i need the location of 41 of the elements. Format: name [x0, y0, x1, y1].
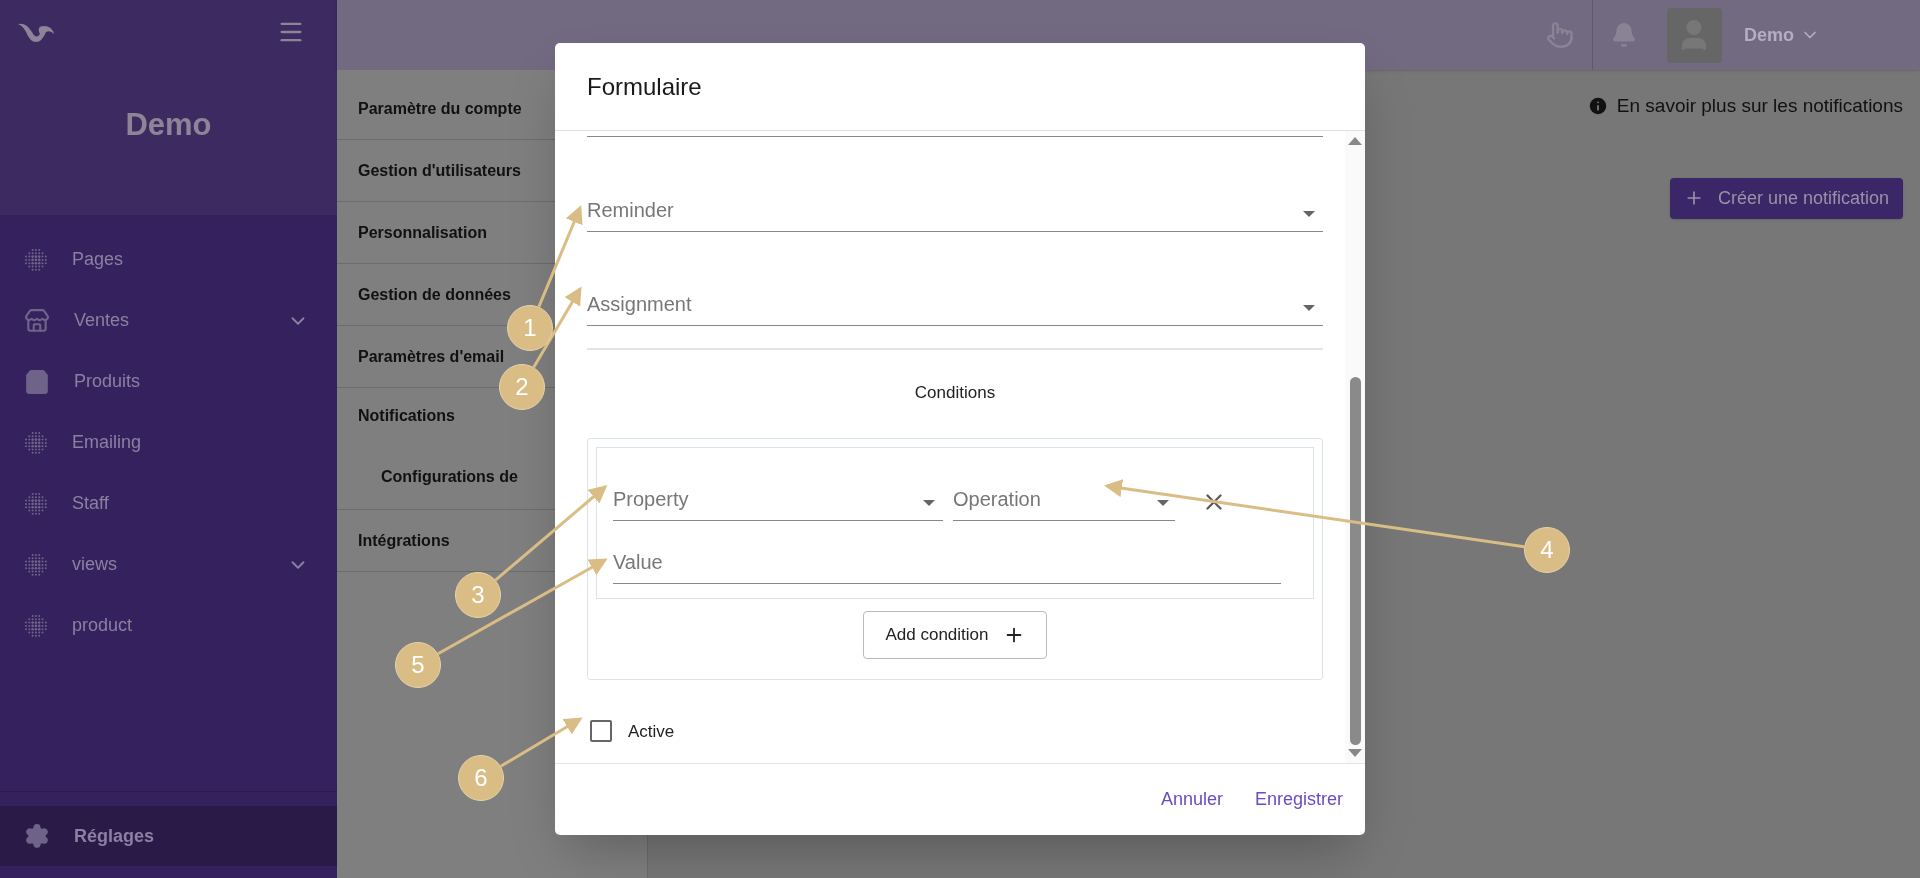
checkbox[interactable] [590, 720, 612, 743]
dotted-circle-icon [24, 247, 48, 272]
dotted-circle-icon [24, 430, 48, 455]
sidebar-item[interactable]: views [0, 534, 337, 595]
sidebar-title: Demo [124, 106, 213, 144]
settings-icon [24, 823, 50, 849]
info-link[interactable]: En savoir plus sur les notifications [1616, 92, 1903, 121]
select-field[interactable]: Reminder [587, 195, 1323, 232]
sidebar-item[interactable]: Ventes [0, 290, 337, 351]
info-icon [1586, 95, 1609, 118]
select-field[interactable]: Operation [953, 483, 1175, 521]
dotted-circle-icon [24, 613, 48, 638]
checkbox-label: Active [628, 720, 675, 743]
dotted-circle-icon [24, 552, 48, 577]
dropdown-arrow-icon [923, 499, 935, 506]
select-field[interactable]: Property [613, 483, 943, 521]
dropdown-arrow-icon [1157, 499, 1169, 506]
store-icon [24, 307, 50, 334]
sidebar-item[interactable]: Réglages [0, 806, 337, 866]
sidebar-item[interactable]: Emailing [0, 412, 337, 473]
dropdown-arrow-icon [1303, 305, 1315, 311]
dialog-button[interactable]: Annuler [1160, 786, 1223, 813]
scrollbar[interactable] [1345, 131, 1365, 763]
select-field[interactable]: Assignment [587, 289, 1323, 326]
scroll-down-icon[interactable] [1348, 749, 1362, 757]
scrollbar-thumb[interactable] [1349, 377, 1361, 745]
scroll-up-icon[interactable] [1348, 137, 1362, 145]
user-menu[interactable]: Demo [1744, 21, 1820, 49]
sidebar-item[interactable]: product [0, 595, 337, 656]
sidebar-item[interactable]: Produits [0, 351, 337, 412]
dotted-circle-icon [24, 491, 48, 516]
section-heading: Conditions [914, 382, 996, 404]
sidebar-item[interactable]: Staff [0, 473, 337, 534]
callout-number: 4 [1524, 527, 1570, 573]
dropdown-arrow-icon [1303, 211, 1315, 217]
input-field[interactable]: Value [613, 546, 1281, 584]
sidebar-item[interactable]: Pages [0, 229, 337, 290]
create-notification-button[interactable]: Créer une notification [1669, 177, 1903, 219]
add-condition-button[interactable]: Add condition [863, 610, 1047, 659]
dialog-button[interactable]: Enregistrer [1254, 786, 1343, 813]
shopping-bag-icon [24, 368, 50, 395]
